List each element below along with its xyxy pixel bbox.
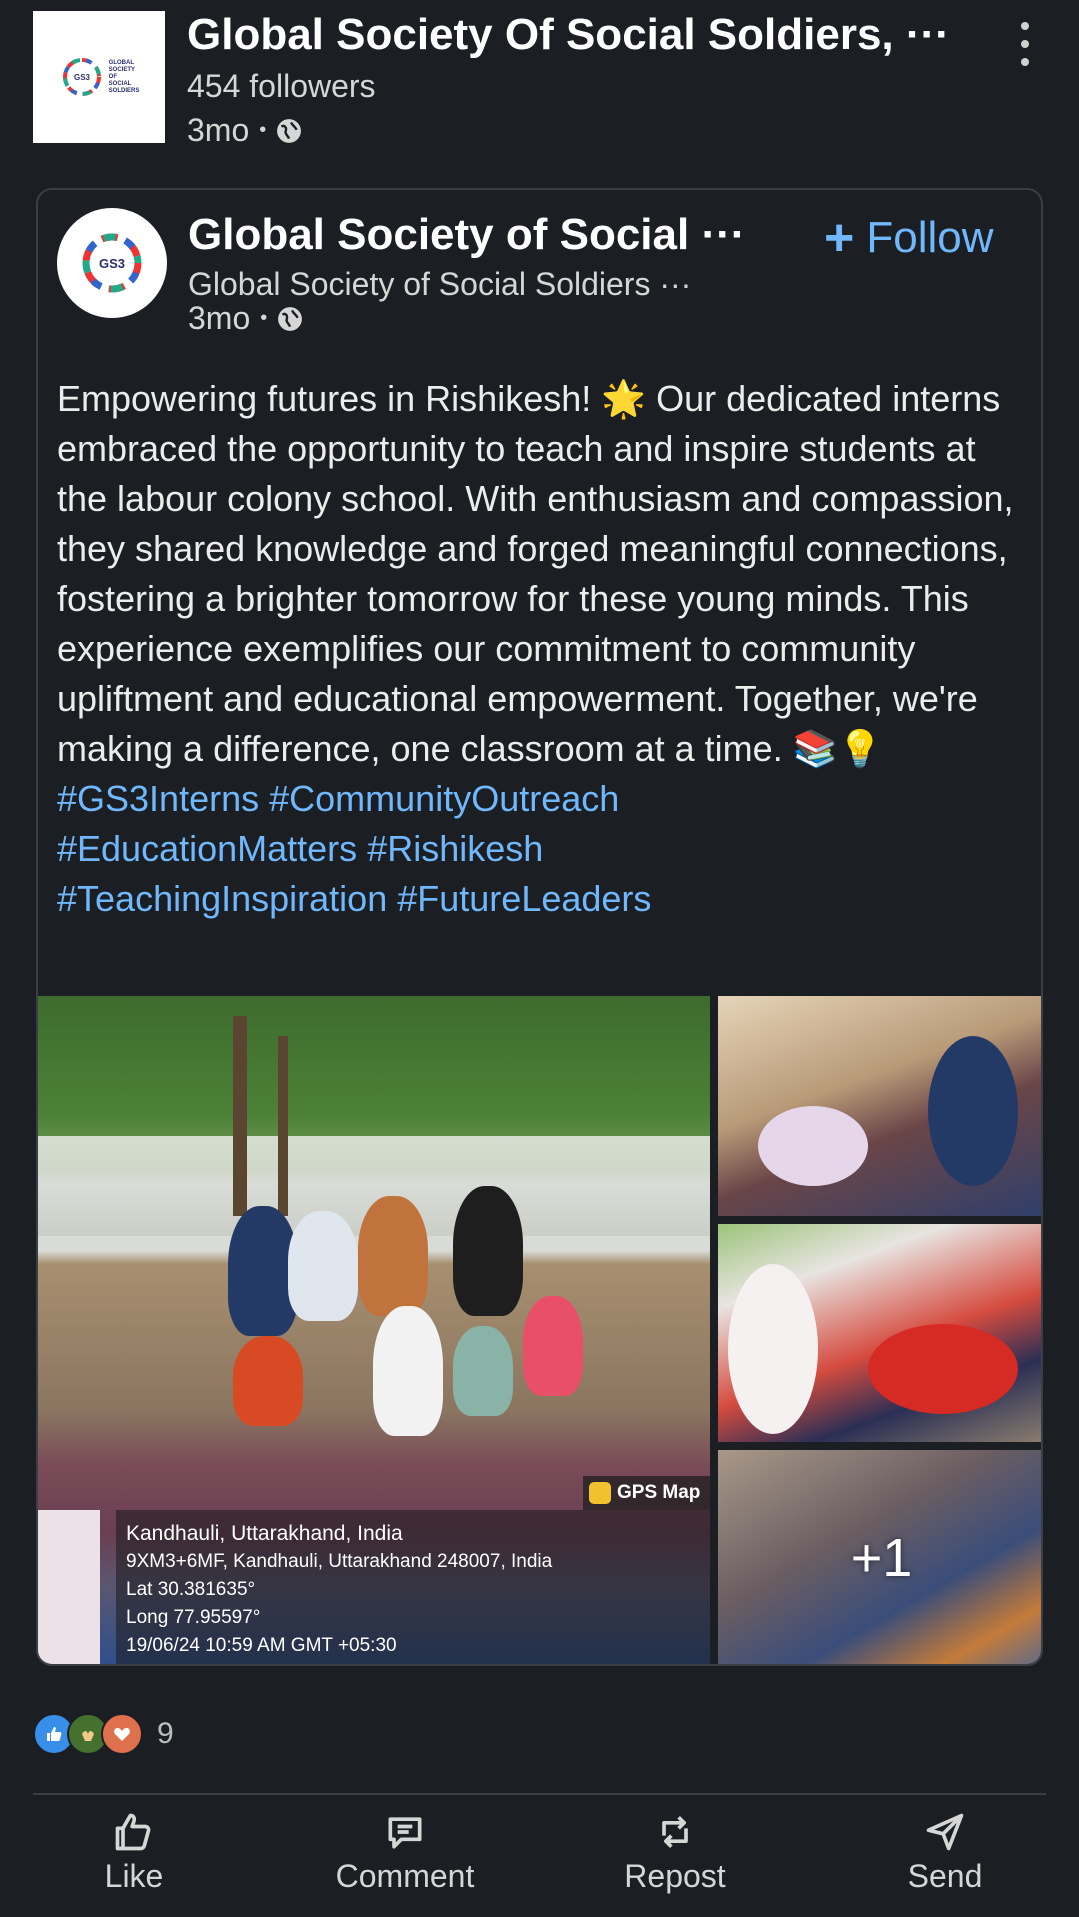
post-meta: 3mo •: [188, 300, 303, 337]
meta-separator: •: [260, 307, 268, 329]
author-avatar[interactable]: GS3: [57, 208, 167, 318]
reactions-summary[interactable]: 9: [33, 1713, 174, 1755]
hashtag-list: #GS3Interns #CommunityOutreach #Educatio…: [57, 774, 1027, 924]
reaction-count: 9: [157, 1717, 174, 1750]
like-icon: [115, 1813, 151, 1851]
post-author-name[interactable]: Global Society of Social ···: [188, 210, 745, 260]
hashtag-link[interactable]: #EducationMatters: [57, 828, 357, 869]
avatar-badge: GS3: [99, 256, 125, 271]
plus-icon: +: [824, 209, 855, 267]
hashtag-link[interactable]: #TeachingInspiration: [57, 878, 387, 919]
send-label: Send: [907, 1858, 983, 1894]
comment-label: Comment: [335, 1858, 475, 1894]
hashtag-link[interactable]: #FutureLeaders: [397, 878, 651, 919]
like-label: Like: [104, 1858, 164, 1894]
repost-icon: [662, 1816, 688, 1848]
post-photo-4[interactable]: +1: [718, 1450, 1041, 1664]
post-body-text: Empowering futures in Rishikesh! 🌟 Our d…: [57, 378, 1014, 769]
send-icon: [926, 1813, 964, 1851]
gps-lat: Lat 30.381635°: [126, 1579, 256, 1600]
post-photo-2[interactable]: [718, 996, 1041, 1216]
like-button[interactable]: Like: [34, 1810, 234, 1895]
reshare-meta: 3mo •: [187, 112, 302, 149]
gps-map-label: GPS Map: [617, 1482, 701, 1503]
repost-label: Repost: [624, 1858, 726, 1894]
reshare-org-name[interactable]: Global Society Of Social Soldiers, ···: [187, 10, 950, 60]
gps-timestamp: 19/06/24 10:59 AM GMT +05:30: [126, 1635, 397, 1656]
globe-icon: [278, 306, 303, 331]
gs3-logo-icon: GS3: [62, 58, 101, 96]
hashtag-link[interactable]: #Rishikesh: [367, 828, 543, 869]
send-button[interactable]: Send: [845, 1810, 1045, 1895]
repost-button[interactable]: Repost: [575, 1810, 775, 1895]
gps-location: Kandhauli, Uttarakhand, India: [126, 1522, 403, 1545]
gps-address: 9XM3+6MF, Kandhauli, Uttarakhand 248007,…: [126, 1551, 553, 1572]
logo-wordmark: GLOBAL SOCIETY OF SOCIAL SOLDIERS: [108, 59, 140, 94]
kebab-dot-icon: [1021, 40, 1029, 48]
kebab-dot-icon: [1021, 22, 1029, 30]
map-pin-icon: [589, 1482, 611, 1504]
comment-icon: [388, 1817, 422, 1849]
post-body: Empowering futures in Rishikesh! 🌟 Our d…: [57, 374, 1027, 924]
more-photos-count: +1: [850, 1528, 913, 1588]
comment-button[interactable]: Comment: [305, 1810, 505, 1895]
kebab-dot-icon: [1021, 58, 1029, 66]
reshare-followers: 454 followers: [187, 68, 376, 104]
hashtag-link[interactable]: #CommunityOutreach: [269, 778, 619, 819]
reshare-time: 3mo: [187, 112, 250, 148]
logo-badge: GS3: [74, 73, 91, 82]
gps-stamp: Kandhauli, Uttarakhand, India 9XM3+6MF, …: [116, 1510, 710, 1664]
post-author-subtitle: Global Society of Social Soldiers ···: [188, 266, 692, 302]
gps-long: Long 77.95597°: [126, 1607, 261, 1628]
org-logo[interactable]: GS3 GLOBAL SOCIETY OF SOCIAL SOLDIERS: [33, 11, 165, 143]
gs3-logo-icon: GS3: [82, 233, 142, 293]
follow-label: Follow: [866, 213, 994, 262]
post-time: 3mo: [188, 300, 251, 336]
shared-post-card[interactable]: GS3 Global Society of Social ··· Global …: [36, 188, 1043, 1666]
follow-button[interactable]: + Follow: [824, 212, 994, 264]
post-photo-main[interactable]: GPS Map Kandhauli, Uttarakhand, India 9X…: [38, 996, 710, 1664]
globe-icon: [277, 118, 302, 143]
meta-separator: •: [259, 119, 267, 141]
post-photo-3[interactable]: [718, 1224, 1041, 1442]
more-options-button[interactable]: [1010, 22, 1040, 66]
divider: [33, 1793, 1046, 1795]
love-reaction-icon: [101, 1713, 143, 1755]
hashtag-link[interactable]: #GS3Interns: [57, 778, 259, 819]
gps-map-thumbnail: [38, 1510, 100, 1664]
gps-map-tag: GPS Map: [583, 1476, 710, 1510]
photo-group: [228, 1186, 588, 1446]
